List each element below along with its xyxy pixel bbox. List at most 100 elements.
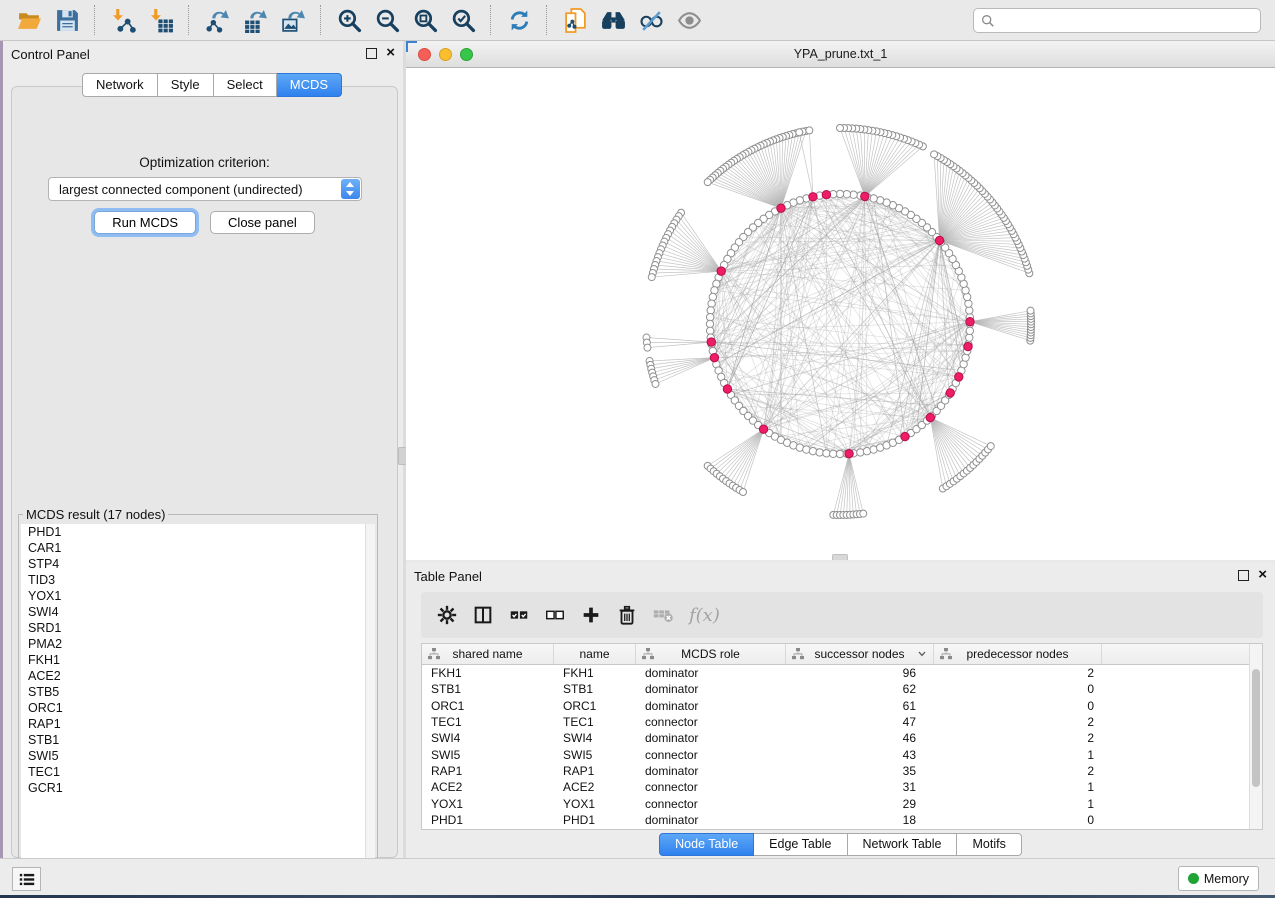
column-header-predecessor-nodes[interactable]: predecessor nodes xyxy=(934,644,1102,664)
zoom-selected-button[interactable] xyxy=(446,3,480,37)
tab-node-table[interactable]: Node Table xyxy=(659,833,754,856)
hide-graphics-details-button[interactable] xyxy=(634,3,668,37)
tab-edge-table[interactable]: Edge Table xyxy=(754,833,847,856)
mcds-result-item[interactable]: SWI4 xyxy=(21,604,366,620)
float-panel-icon[interactable] xyxy=(1238,570,1249,581)
tab-style[interactable]: Style xyxy=(158,73,214,97)
mcds-result-item[interactable]: TEC1 xyxy=(21,764,366,780)
mcds-result-item[interactable]: YOX1 xyxy=(21,588,366,604)
memory-button[interactable]: Memory xyxy=(1178,866,1259,891)
table-cell: 2 xyxy=(934,731,1102,745)
table-cell: ORC1 xyxy=(422,699,554,713)
table-row[interactable]: PHD1PHD1dominator180 xyxy=(422,812,1262,828)
table-row[interactable]: RAP1RAP1dominator352 xyxy=(422,763,1262,779)
zoom-out-button[interactable] xyxy=(370,3,404,37)
refresh-icon xyxy=(507,8,532,33)
toolbar-separator xyxy=(320,5,322,35)
node-table[interactable]: shared namenameMCDS rolesuccessor nodesp… xyxy=(421,643,1263,830)
deselect-all-button[interactable] xyxy=(539,598,571,632)
mcds-result-item[interactable]: FKH1 xyxy=(21,652,366,668)
mcds-result-item[interactable]: ACE2 xyxy=(21,668,366,684)
show-graphics-details-button[interactable] xyxy=(672,3,706,37)
refresh-button[interactable] xyxy=(502,3,536,37)
save-icon xyxy=(55,8,80,33)
table-row[interactable]: SWI5SWI5connector431 xyxy=(422,746,1262,762)
toolbar-separator xyxy=(94,5,96,35)
table-row[interactable]: YOX1YOX1connector291 xyxy=(422,795,1262,811)
search-input[interactable] xyxy=(999,10,1260,31)
mcds-result-item[interactable]: SRD1 xyxy=(21,620,366,636)
column-header-filler xyxy=(1102,644,1262,664)
memory-label: Memory xyxy=(1204,872,1249,886)
network-window-titlebar[interactable]: YPA_prune.txt_1 xyxy=(406,41,1275,68)
table-row[interactable]: TEC1TEC1connector472 xyxy=(422,714,1262,730)
table-cell: 2 xyxy=(934,666,1102,680)
table-cell: connector xyxy=(636,715,786,729)
mcds-result-item[interactable]: SWI5 xyxy=(21,748,366,764)
table-settings-button[interactable] xyxy=(431,598,463,632)
tab-network-table[interactable]: Network Table xyxy=(848,833,958,856)
search-box[interactable] xyxy=(973,8,1261,33)
column-header-successor-nodes[interactable]: successor nodes xyxy=(786,644,934,664)
table-panel: Table Panel × xyxy=(406,563,1275,858)
mcds-result-item[interactable]: PMA2 xyxy=(21,636,366,652)
run-mcds-button[interactable]: Run MCDS xyxy=(94,211,196,234)
float-panel-icon[interactable] xyxy=(366,48,377,59)
tab-network[interactable]: Network xyxy=(82,73,158,97)
table-row[interactable]: ORC1ORC1dominator610 xyxy=(422,698,1262,714)
mcds-result-item[interactable]: RAP1 xyxy=(21,716,366,732)
tab-motifs[interactable]: Motifs xyxy=(957,833,1021,856)
network-graph[interactable] xyxy=(406,68,1275,560)
save-session-button[interactable] xyxy=(50,3,84,37)
table-cell: STB1 xyxy=(422,682,554,696)
export-image-button[interactable] xyxy=(276,3,310,37)
mcds-result-list[interactable]: PHD1CAR1STP4TID3YOX1SWI4SRD1PMA2FKH1ACE2… xyxy=(21,524,366,864)
mcds-result-item[interactable]: STP4 xyxy=(21,556,366,572)
column-header-shared-name[interactable]: shared name xyxy=(422,644,554,664)
close-panel-icon[interactable]: × xyxy=(386,47,395,59)
table-scrollbar-thumb[interactable] xyxy=(1252,669,1260,787)
binoculars-button[interactable] xyxy=(596,3,630,37)
duplicate-network-button[interactable] xyxy=(558,3,592,37)
mcds-result-item[interactable]: GCR1 xyxy=(21,780,366,796)
tab-select[interactable]: Select xyxy=(214,73,277,97)
mcds-result-item[interactable]: ORC1 xyxy=(21,700,366,716)
create-column-button[interactable] xyxy=(575,598,607,632)
mcds-result-item[interactable]: CAR1 xyxy=(21,540,366,556)
horizontal-splitter-handle[interactable] xyxy=(832,554,848,560)
control-panel-title: Control Panel xyxy=(11,47,90,62)
table-row[interactable]: STB1STB1dominator620 xyxy=(422,681,1262,697)
table-row[interactable]: FKH1FKH1dominator962 xyxy=(422,665,1262,681)
network-canvas[interactable] xyxy=(406,68,1275,560)
table-cell: 2 xyxy=(934,764,1102,778)
table-cell: YOX1 xyxy=(554,797,636,811)
close-panel-button[interactable]: Close panel xyxy=(210,211,315,234)
table-row[interactable]: ACE2ACE2connector311 xyxy=(422,779,1262,795)
table-scrollbar[interactable] xyxy=(1249,644,1262,829)
export-network-button[interactable] xyxy=(200,3,234,37)
task-history-button[interactable] xyxy=(12,867,41,891)
column-header-name[interactable]: name xyxy=(554,644,636,664)
table-cell: SWI5 xyxy=(554,748,636,762)
mcds-result-item[interactable]: TID3 xyxy=(21,572,366,588)
mcds-list-scrollbar[interactable] xyxy=(365,524,375,864)
table-cell: dominator xyxy=(636,666,786,680)
column-header-MCDS-role[interactable]: MCDS role xyxy=(636,644,786,664)
select-stepper-icon xyxy=(341,179,360,199)
criterion-select[interactable]: largest connected component (undirected) xyxy=(48,177,362,201)
zoom-fit-button[interactable] xyxy=(408,3,442,37)
close-panel-icon[interactable]: × xyxy=(1258,569,1267,581)
delete-column-button[interactable] xyxy=(611,598,643,632)
export-table-button[interactable] xyxy=(238,3,272,37)
tab-mcds[interactable]: MCDS xyxy=(277,73,342,97)
show-columns-button[interactable] xyxy=(467,598,499,632)
zoom-in-button[interactable] xyxy=(332,3,366,37)
select-all-button[interactable] xyxy=(503,598,535,632)
mcds-result-item[interactable]: PHD1 xyxy=(21,524,366,540)
import-table-button[interactable] xyxy=(144,3,178,37)
mcds-result-item[interactable]: STB1 xyxy=(21,732,366,748)
open-file-button[interactable] xyxy=(12,3,46,37)
import-network-button[interactable] xyxy=(106,3,140,37)
table-row[interactable]: SWI4SWI4dominator462 xyxy=(422,730,1262,746)
mcds-result-item[interactable]: STB5 xyxy=(21,684,366,700)
